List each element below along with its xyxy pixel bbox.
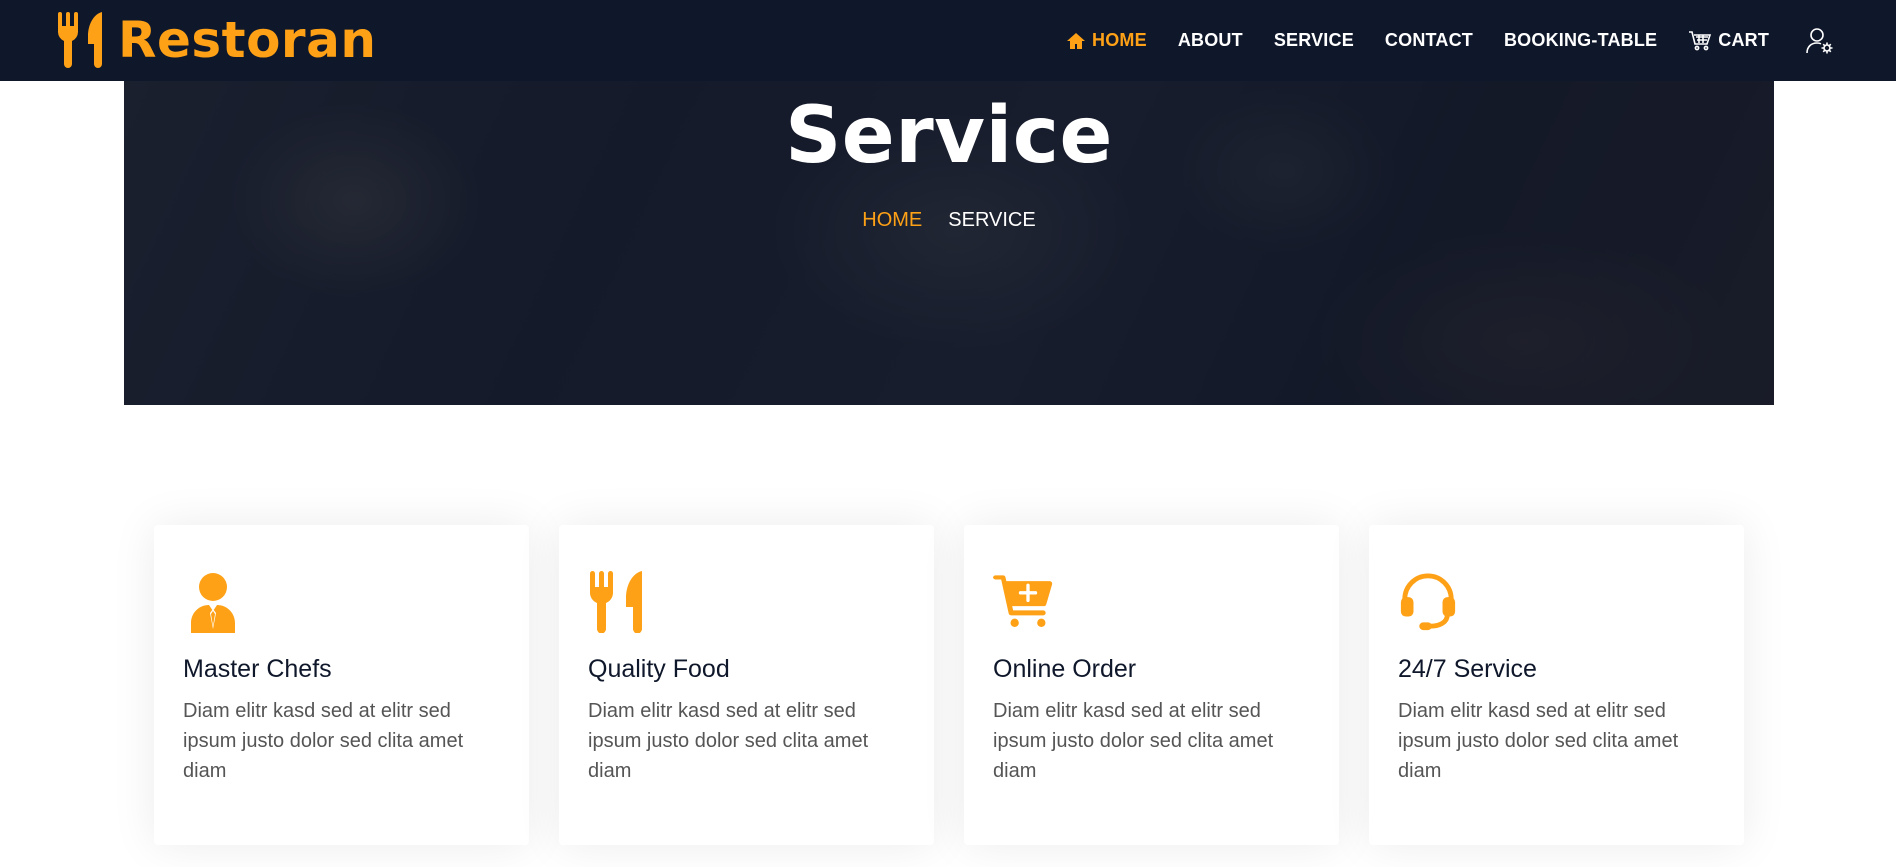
nav-home[interactable]: HOME (1066, 30, 1147, 51)
brand-name: Restoran (118, 11, 377, 69)
nav-about[interactable]: ABOUT (1178, 30, 1243, 51)
service-description: Diam elitr kasd sed at elitr sed ipsum j… (993, 700, 1274, 782)
breadcrumb-home[interactable]: HOME (862, 209, 922, 232)
service-card-online-order[interactable]: Online Order Diam elitr kasd sed at elit… (964, 525, 1339, 845)
nav-booking-label: BOOKING-TABLE (1503, 30, 1658, 50)
breadcrumb: HOME SERVICE (124, 209, 1774, 232)
cart-plus-icon (993, 575, 1053, 627)
page-header-hero: Service HOME SERVICE (124, 81, 1774, 405)
nav-contact[interactable]: CONTACT (1385, 30, 1473, 51)
nav-home-label: HOME (1092, 30, 1147, 50)
nav-service-label: SERVICE (1273, 30, 1354, 50)
service-description: Diam elitr kasd sed at elitr sed ipsum j… (183, 700, 464, 782)
nav-service[interactable]: SERVICE (1274, 30, 1354, 51)
nav-booking-table[interactable]: BOOKING-TABLE (1504, 30, 1657, 51)
cart-icon (1689, 30, 1712, 50)
navbar: Restoran HOME ABOUT SERVICE CONTACT BOOK… (0, 0, 1896, 81)
service-description: Diam elitr kasd sed at elitr sed ipsum j… (1398, 700, 1679, 782)
utensils-icon (58, 12, 102, 68)
service-title: Quality Food (588, 655, 730, 683)
headset-icon (1400, 573, 1456, 631)
nav-about-label: ABOUT (1177, 30, 1243, 50)
utensils-icon (590, 571, 642, 633)
service-card-quality-food[interactable]: Quality Food Diam elitr kasd sed at elit… (559, 525, 934, 845)
page-title: Service (785, 91, 1113, 181)
service-title: Online Order (993, 655, 1137, 683)
nav-cart[interactable]: CART (1688, 30, 1769, 52)
breadcrumb-current: SERVICE (948, 209, 1036, 231)
nav-contact-label: CONTACT (1384, 30, 1473, 50)
user-settings-icon[interactable] (1805, 26, 1835, 56)
chef-icon (191, 573, 235, 633)
nav-cart-label: CART (1718, 30, 1770, 50)
service-card-24-7-service[interactable]: 24/7 Service Diam elitr kasd sed at elit… (1369, 525, 1744, 845)
nav-menu: HOME ABOUT SERVICE CONTACT BOOKING-TABLE… (1066, 0, 1835, 81)
service-title: 24/7 Service (1398, 655, 1537, 683)
service-description: Diam elitr kasd sed at elitr sed ipsum j… (588, 700, 869, 782)
service-card-master-chefs[interactable]: Master Chefs Diam elitr kasd sed at elit… (154, 525, 529, 845)
service-title: Master Chefs (183, 655, 332, 683)
brand-logo[interactable]: Restoran (56, 10, 376, 70)
home-icon (1067, 32, 1085, 49)
